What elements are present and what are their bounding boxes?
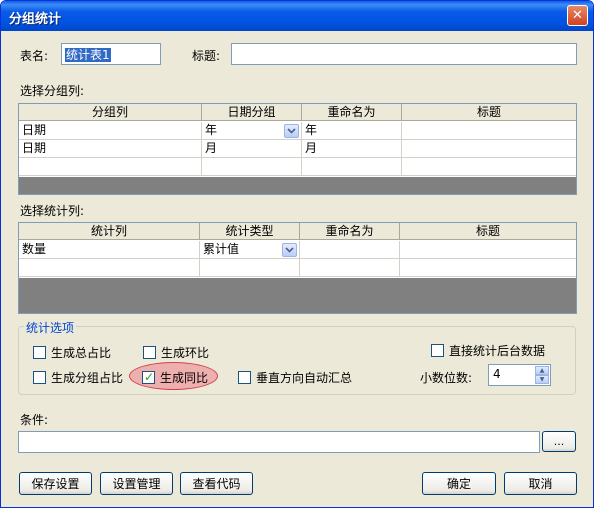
vertical-sum-checkbox[interactable]: 垂直方向自动汇总 xyxy=(238,369,352,386)
combo-dropdown-button[interactable] xyxy=(282,243,297,257)
ok-button[interactable]: 确定 xyxy=(422,472,496,495)
column-header-title[interactable]: 标题 xyxy=(402,104,576,121)
empty-cell xyxy=(302,158,402,176)
decimal-places-value: 4 xyxy=(493,367,501,381)
table-name-label: 表名: xyxy=(20,49,49,63)
checkbox-box xyxy=(33,346,46,359)
column-header-title[interactable]: 标题 xyxy=(400,223,576,240)
empty-cell xyxy=(400,259,576,277)
column-header-group-col[interactable]: 分组列 xyxy=(19,104,202,121)
cell-group-col[interactable]: 日期 xyxy=(19,122,202,140)
empty-cell xyxy=(200,259,300,277)
decimal-places-label: 小数位数: xyxy=(420,371,473,385)
column-header-stat-col[interactable]: 统计列 xyxy=(19,223,200,240)
group-ratio-checkbox[interactable]: 生成分组占比 xyxy=(33,369,123,386)
empty-cell xyxy=(19,259,200,277)
cell-group-col[interactable]: 日期 xyxy=(19,140,202,158)
table-name-value: 统计表1 xyxy=(65,48,111,62)
chevron-down-icon xyxy=(285,247,294,253)
table-row[interactable]: 日期 年 年 xyxy=(19,122,576,140)
spin-up-button[interactable]: ▲ xyxy=(535,366,549,375)
decimal-places-spinner[interactable]: 4 ▲ ▼ xyxy=(488,364,551,386)
title-label: 标题: xyxy=(192,49,221,63)
combo-dropdown-button[interactable] xyxy=(284,124,299,138)
ring-ratio-checkbox[interactable]: 生成环比 xyxy=(143,344,209,361)
yoy-ratio-label: 生成同比 xyxy=(160,371,209,385)
empty-cell xyxy=(300,259,400,277)
close-button[interactable]: ✕ xyxy=(567,5,588,26)
view-code-label: 查看代码 xyxy=(192,477,241,491)
spin-down-icon: ▼ xyxy=(539,375,545,383)
title-bar: 分组统计 ✕ xyxy=(1,1,593,31)
cell-title[interactable] xyxy=(402,140,576,158)
cell-rename[interactable]: 月 xyxy=(302,140,402,158)
date-group-combo[interactable]: 年 xyxy=(202,122,302,140)
stat-columns-grid: 统计列 统计类型 重命名为 标题 数量 累计值 xyxy=(18,222,577,314)
empty-cell xyxy=(202,158,302,176)
dialog-window: 分组统计 ✕ 表名: 统计表1 标题: 选择分组列: 分组列 日期分组 重命名为… xyxy=(0,0,594,508)
manage-settings-label: 设置管理 xyxy=(112,477,161,491)
checkbox-box xyxy=(431,344,444,357)
cell-stat-col[interactable]: 数量 xyxy=(19,241,200,259)
empty-cell xyxy=(19,158,202,176)
cell-date-group[interactable]: 月 xyxy=(202,140,302,158)
cell-title[interactable] xyxy=(402,122,576,140)
table-row[interactable]: 数量 累计值 xyxy=(19,241,576,259)
column-header-stat-type[interactable]: 统计类型 xyxy=(200,223,300,240)
ok-label: 确定 xyxy=(446,477,471,491)
checkbox-box xyxy=(238,371,251,384)
chevron-down-icon xyxy=(287,128,296,134)
table-row-empty[interactable] xyxy=(19,259,576,277)
cell-rename[interactable] xyxy=(300,241,400,259)
cancel-label: 取消 xyxy=(528,477,553,491)
total-ratio-label: 生成总占比 xyxy=(51,346,112,360)
group-section-label: 选择分组列: xyxy=(20,84,85,98)
condition-label: 条件: xyxy=(20,413,49,427)
save-settings-button[interactable]: 保存设置 xyxy=(19,472,92,495)
column-header-rename[interactable]: 重命名为 xyxy=(302,104,402,121)
total-ratio-checkbox[interactable]: 生成总占比 xyxy=(33,344,111,361)
cell-stat-type: 累计值 xyxy=(203,242,240,256)
table-name-input[interactable]: 统计表1 xyxy=(61,43,161,65)
cell-rename[interactable]: 年 xyxy=(302,122,402,140)
empty-cell xyxy=(402,158,576,176)
cell-date-group: 年 xyxy=(205,123,218,137)
group-ratio-label: 生成分组占比 xyxy=(51,371,124,385)
grid-header: 统计列 统计类型 重命名为 标题 xyxy=(19,223,576,240)
spin-up-icon: ▲ xyxy=(539,366,545,374)
stat-section-label: 选择统计列: xyxy=(20,204,85,218)
view-code-button[interactable]: 查看代码 xyxy=(180,472,253,495)
grid-header: 分组列 日期分组 重命名为 标题 xyxy=(19,104,576,121)
column-header-date-group[interactable]: 日期分组 xyxy=(202,104,302,121)
table-row[interactable]: 日期 月 月 xyxy=(19,140,576,158)
options-legend: 统计选项 xyxy=(24,319,77,336)
save-settings-label: 保存设置 xyxy=(31,477,80,491)
close-icon: ✕ xyxy=(572,8,583,23)
grid-empty-area xyxy=(19,177,576,194)
spin-down-button[interactable]: ▼ xyxy=(535,375,549,384)
window-title: 分组统计 xyxy=(9,12,62,27)
backend-stat-label: 直接统计后台数据 xyxy=(449,344,546,358)
browse-label: ... xyxy=(553,435,565,448)
condition-browse-button[interactable]: ... xyxy=(542,431,576,452)
cell-title[interactable] xyxy=(400,241,576,259)
check-icon: ✓ xyxy=(144,370,155,384)
group-columns-grid: 分组列 日期分组 重命名为 标题 日期 年 年 日期 月 月 xyxy=(18,103,577,195)
checkbox-box: ✓ xyxy=(142,370,155,384)
yoy-ratio-checkbox[interactable]: ✓ 生成同比 xyxy=(142,369,208,386)
vertical-sum-label: 垂直方向自动汇总 xyxy=(256,371,353,385)
grid-empty-area xyxy=(19,278,576,313)
title-input[interactable] xyxy=(231,43,577,65)
stat-type-combo[interactable]: 累计值 xyxy=(200,241,300,259)
table-row-empty[interactable] xyxy=(19,158,576,176)
cancel-button[interactable]: 取消 xyxy=(504,472,577,495)
backend-stat-checkbox[interactable]: 直接统计后台数据 xyxy=(431,342,545,359)
ring-ratio-label: 生成环比 xyxy=(161,346,210,360)
checkbox-box xyxy=(33,371,46,384)
column-header-rename[interactable]: 重命名为 xyxy=(300,223,400,240)
manage-settings-button[interactable]: 设置管理 xyxy=(100,472,173,495)
checkbox-box xyxy=(143,346,156,359)
condition-input[interactable] xyxy=(18,431,540,453)
